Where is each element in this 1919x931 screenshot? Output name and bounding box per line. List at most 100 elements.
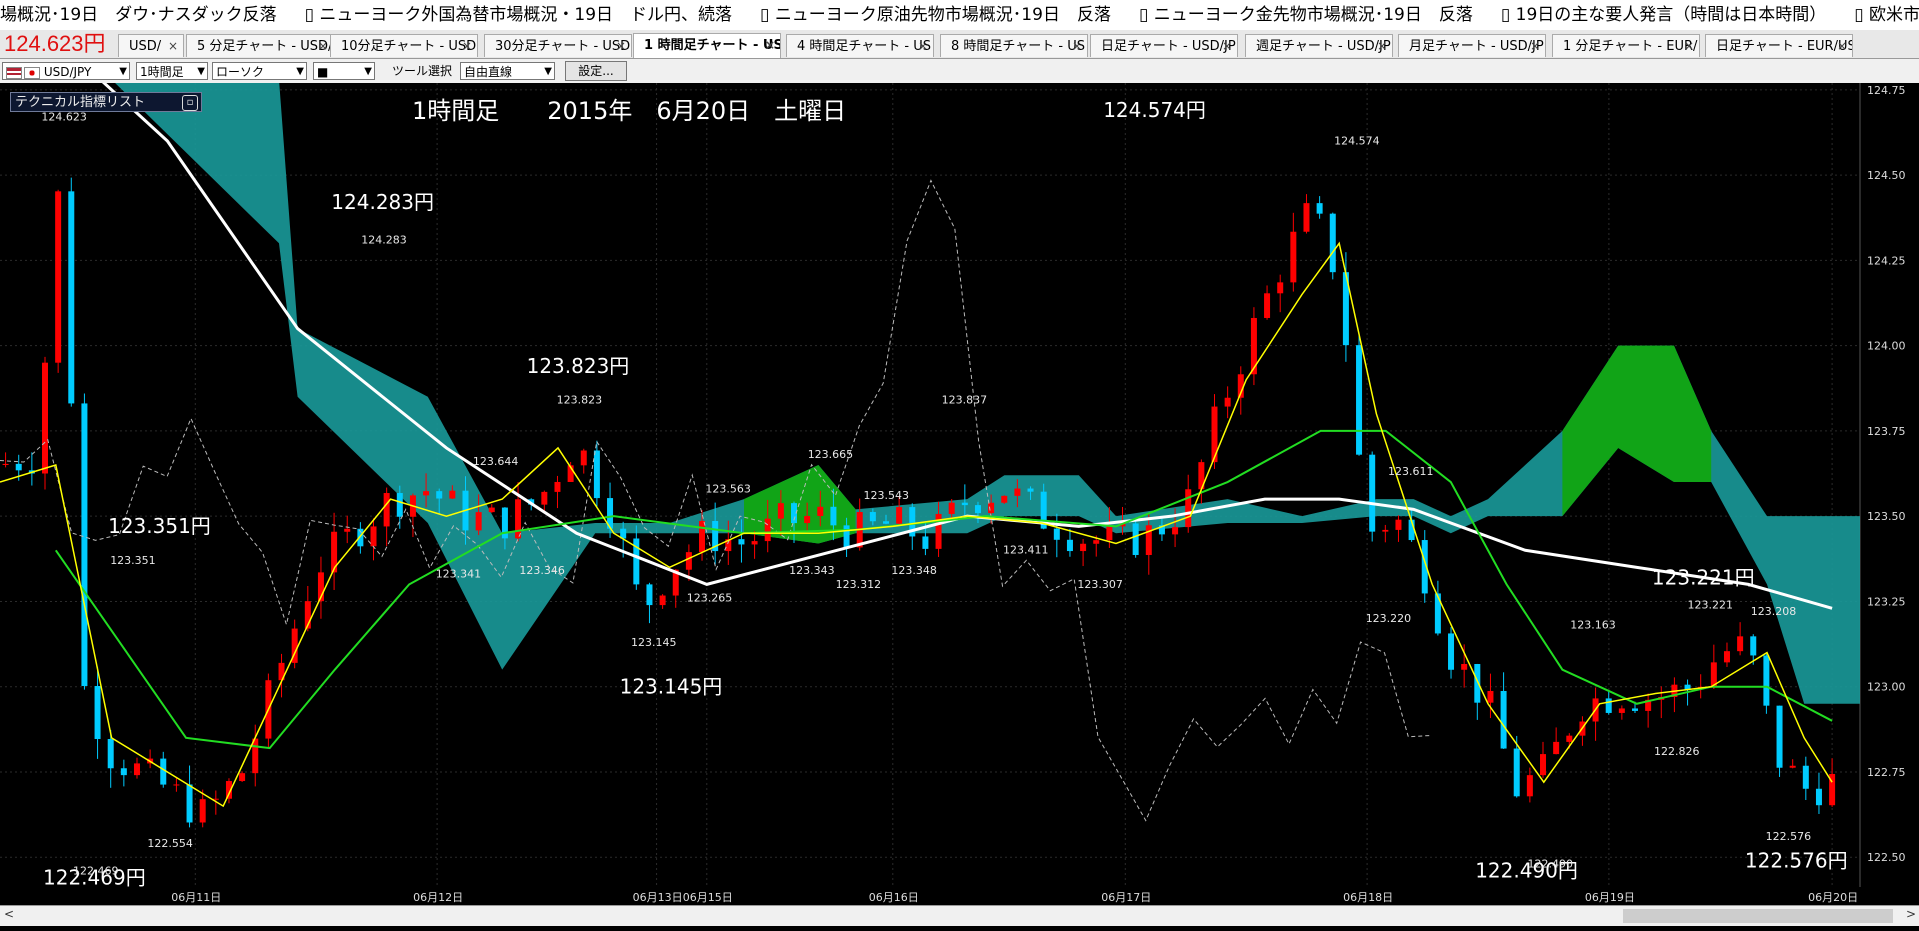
candle-body xyxy=(1093,540,1100,544)
candle-body xyxy=(1277,282,1284,294)
y-axis-tick-label: 123.75 xyxy=(1867,425,1906,438)
settings-button[interactable]: 設定... xyxy=(565,61,627,81)
candle-body xyxy=(738,539,745,545)
panel-toggle-icon[interactable]: ▫ xyxy=(182,95,198,111)
chart-tab[interactable]: 30分足チャート - USD, × xyxy=(484,34,632,57)
candle-body xyxy=(1185,489,1192,528)
candle-body xyxy=(659,595,666,606)
candle-body xyxy=(449,490,456,499)
candle-body xyxy=(1566,735,1573,742)
close-tab-icon[interactable]: × xyxy=(168,35,178,57)
price-chart[interactable]: 124.75 124.50 124.25 124.00 123.75 123.50 123.… xyxy=(0,37,1919,905)
price-marker-label: 123.665 xyxy=(808,448,854,461)
price-marker-label: 123.265 xyxy=(687,591,733,604)
chart-tab[interactable]: 日足チャート - USD/JP × xyxy=(1090,34,1238,57)
chart-tab-label: 30分足チャート - USD, xyxy=(495,39,632,54)
candle-body xyxy=(882,521,889,524)
drawing-tool-select[interactable]: 自由直線 ▼ xyxy=(460,62,555,80)
candle-body xyxy=(1605,698,1612,713)
close-tab-icon[interactable]: × xyxy=(318,35,328,57)
chart-tab[interactable]: 1 時間足チャート - US × xyxy=(633,33,781,58)
jp-flag-icon xyxy=(24,66,40,79)
candle-body xyxy=(751,541,758,545)
candle-body xyxy=(1053,528,1060,540)
candle-body xyxy=(173,784,180,786)
x-axis-tick-label: 06月16日 xyxy=(869,891,919,904)
price-marker-label: 123.221 xyxy=(1687,598,1733,611)
ticker-text: 場概況･19日 ダウ･ナスダック反落 xyxy=(0,5,277,25)
chart-tab-label: 4 時間足チャート - US xyxy=(797,39,931,54)
candle-body xyxy=(81,403,88,687)
candle-body xyxy=(488,507,495,513)
close-tab-icon[interactable]: × xyxy=(1072,35,1082,57)
ticker-item[interactable]: 場概況･19日 ダウ･ナスダック反落 xyxy=(0,0,277,30)
candle-body xyxy=(685,552,692,570)
ticker-item[interactable]: ▯ 19日の主な要人発言（時間は日本時間） xyxy=(1501,0,1826,30)
price-annotation: 122.576円 xyxy=(1745,848,1848,872)
chart-tab[interactable]: 10分足チャート - USD, × xyxy=(330,34,478,57)
us-flag-icon xyxy=(6,66,22,79)
candle-body xyxy=(777,503,784,519)
chart-tab[interactable]: 日足チャート - EUR/US × xyxy=(1705,34,1853,57)
candle-body xyxy=(1631,708,1638,711)
close-tab-icon[interactable]: × xyxy=(616,35,626,57)
close-tab-icon[interactable]: × xyxy=(918,35,928,57)
scroll-right-icon[interactable]: > xyxy=(1906,907,1916,921)
close-tab-icon[interactable]: × xyxy=(1377,35,1387,57)
ticker-text: ニューヨーク原油先物市場概況･19日 反落 xyxy=(774,5,1111,25)
chart-tab[interactable]: USD/ × xyxy=(118,34,184,57)
x-axis-tick-label: 06月15日 xyxy=(683,891,733,904)
price-marker-label: 123.837 xyxy=(942,394,988,407)
x-axis-tick-label: 06月19日 xyxy=(1585,891,1635,904)
currency-pair-select[interactable]: USD/JPY ▼ xyxy=(2,62,130,80)
candle-body xyxy=(1001,495,1008,503)
candle-body xyxy=(1553,741,1560,755)
y-axis-tick-label: 124.00 xyxy=(1867,340,1906,353)
candle-body xyxy=(423,491,430,496)
horizontal-scrollbar[interactable]: < > xyxy=(0,905,1919,926)
chart-tab[interactable]: 週足チャート - USD/JP × xyxy=(1245,34,1393,57)
candlestick-chart-area[interactable]: 124.75 124.50 124.25 124.00 123.75 123.50 123.… xyxy=(0,37,1919,905)
candle-body xyxy=(1448,633,1455,670)
candle-body xyxy=(515,499,522,539)
close-tab-icon[interactable]: × xyxy=(462,35,472,57)
close-tab-icon[interactable]: × xyxy=(1530,35,1540,57)
candle-body xyxy=(344,528,351,532)
technical-indicator-panel[interactable]: テクニカル指標リスト ▫ xyxy=(10,92,202,112)
timeframe-select[interactable]: 1時間足 ▼ xyxy=(136,62,208,80)
candle-body xyxy=(988,502,995,514)
close-tab-icon[interactable]: × xyxy=(1837,35,1847,57)
scroll-left-icon[interactable]: < xyxy=(4,907,14,921)
price-annotation: 124.283円 xyxy=(331,190,434,214)
news-ticker[interactable]: 場概況･19日 ダウ･ナスダック反落 ▯ ニューヨーク外国為替市場概況・19日 ド… xyxy=(0,0,1919,30)
ticker-item[interactable]: ▯ ニューヨーク金先物市場概況･19日 反落 xyxy=(1139,0,1473,30)
chart-tab-label: 5 分足チャート - USD/ xyxy=(197,39,333,54)
chart-tab[interactable]: 5 分足チャート - USD/× xyxy=(186,34,334,57)
chart-title: 1時間足 2015年 6月20日 土曜日 xyxy=(412,97,846,125)
chart-tab[interactable]: 1 分足チャート - EUR/× xyxy=(1552,34,1700,57)
candle-body xyxy=(1145,525,1152,555)
candle-body xyxy=(804,515,811,524)
candle-body xyxy=(1224,397,1231,407)
price-marker-label: 122.469 xyxy=(73,864,119,877)
chart-tab[interactable]: 4 時間足チャート - US × xyxy=(786,34,934,57)
chart-tab-label: 1 時間足チャート - US xyxy=(644,38,781,53)
close-tab-icon[interactable]: × xyxy=(765,34,775,57)
candle-body xyxy=(1329,213,1336,273)
close-tab-icon[interactable]: × xyxy=(1222,35,1232,57)
close-tab-icon[interactable]: × xyxy=(1684,35,1694,57)
pair-label: USD/JPY xyxy=(43,65,92,79)
price-marker-label: 123.346 xyxy=(519,564,565,577)
ticker-item[interactable]: ▯ ニューヨーク原油先物市場概況･19日 反落 xyxy=(760,0,1111,30)
ticker-item[interactable]: ▯ 欧米市 xyxy=(1854,0,1919,30)
chart-tab-label: 8 時間足チャート - US xyxy=(951,39,1085,54)
chart-tab[interactable]: 8 時間足チャート - US × xyxy=(940,34,1088,57)
color-select[interactable]: ■ ▼ xyxy=(313,62,375,80)
price-marker-label: 123.351 xyxy=(110,554,156,567)
chart-type-select[interactable]: ローソク ▼ xyxy=(212,62,307,80)
tool-select-label: ツール選択 xyxy=(392,64,453,78)
scrollbar-thumb[interactable] xyxy=(1623,909,1893,923)
candle-body xyxy=(436,491,443,499)
chart-tab[interactable]: 月足チャート - USD/JP × xyxy=(1398,34,1546,57)
ticker-item[interactable]: ▯ ニューヨーク外国為替市場概況・19日 ドル円、続落 xyxy=(305,0,732,30)
